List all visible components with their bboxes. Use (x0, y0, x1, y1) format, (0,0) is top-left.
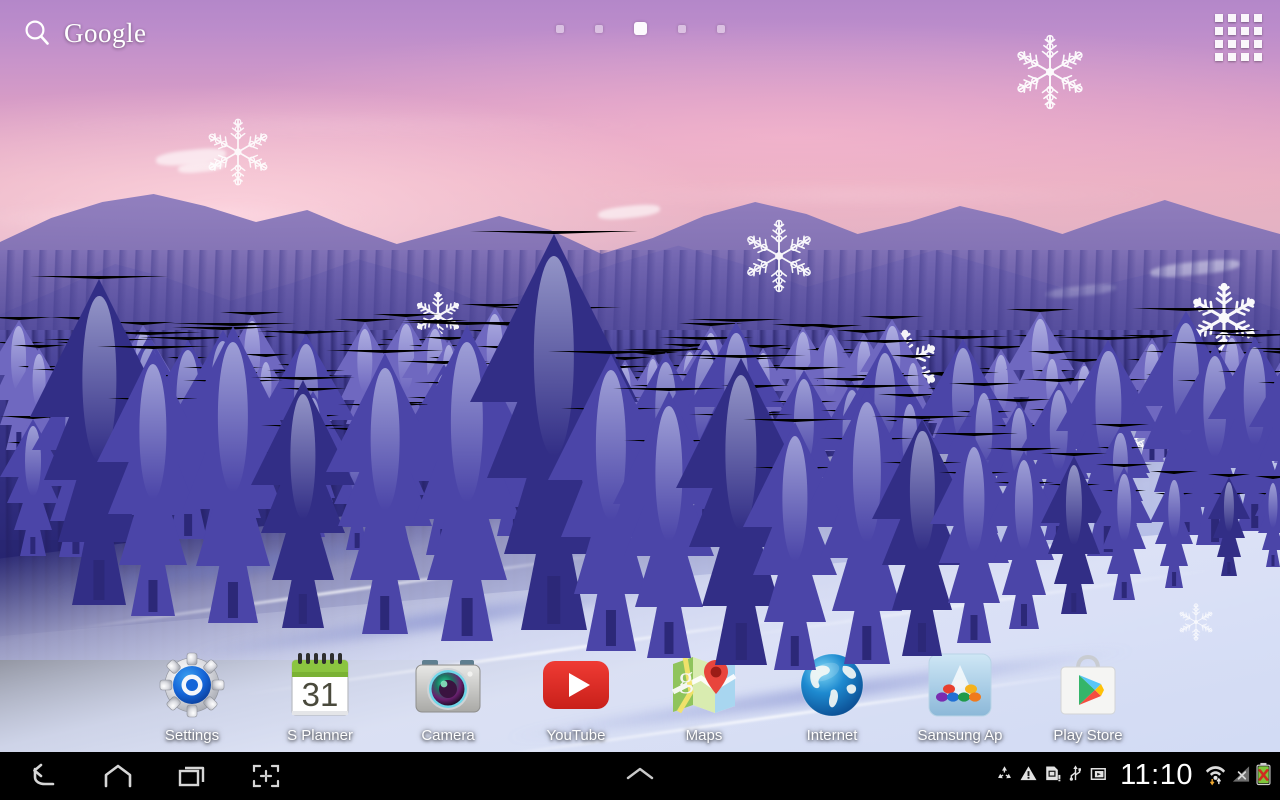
grid-cell (1215, 27, 1223, 35)
grid-cell (1254, 40, 1262, 48)
grid-cell (1228, 14, 1236, 22)
page-dot[interactable] (716, 24, 725, 33)
usb-icon (1067, 764, 1084, 788)
play-store-icon (1052, 649, 1124, 721)
grid-cell (1241, 53, 1249, 61)
svg-text:g: g (679, 661, 694, 694)
back-arrow-icon[interactable] (22, 756, 66, 796)
conifer-tree (1096, 463, 1153, 601)
conifer-tree (1208, 473, 1250, 576)
grid-cell (1228, 53, 1236, 61)
app-icon-samsung-apps[interactable]: Samsung Ap (896, 649, 1024, 744)
screen-capture-icon[interactable] (244, 756, 288, 796)
home-icon[interactable] (96, 756, 140, 796)
grid-cell (1228, 27, 1236, 35)
settings-gear-icon (156, 649, 228, 721)
apps-grid-icon[interactable] (1215, 14, 1262, 61)
grid-cell (1241, 14, 1249, 22)
app-label: YouTube (546, 727, 606, 744)
calendar-icon: 31 (284, 649, 356, 721)
conifer-tree (1254, 476, 1280, 568)
app-icon-play-store[interactable]: Play Store (1024, 649, 1152, 744)
app-icon-youtube[interactable]: YouTube (512, 649, 640, 744)
calendar-day-number: 31 (302, 676, 339, 713)
grid-cell (1254, 27, 1262, 35)
status-area[interactable]: 11:10 (995, 759, 1272, 794)
page-dot[interactable] (677, 24, 686, 33)
system-status-icons (1205, 762, 1272, 791)
samsung-apps-icon (924, 649, 996, 721)
sim-card-alert-icon (1043, 764, 1062, 788)
app-label: Samsung Ap (917, 727, 1003, 744)
nav-buttons (0, 756, 288, 796)
grid-cell (1241, 27, 1249, 35)
grid-cell (1254, 53, 1262, 61)
recycle-icon (995, 764, 1014, 788)
app-shortcut-row: Settings 31 S Planner Camera YouTube g M… (0, 649, 1280, 744)
app-icon-settings[interactable]: Settings (128, 649, 256, 744)
grid-cell (1228, 40, 1236, 48)
app-label: Internet (806, 727, 858, 744)
page-dot[interactable] (594, 24, 603, 33)
page-dot[interactable] (555, 24, 564, 33)
page-dot-active[interactable] (633, 22, 647, 35)
signal-disabled-icon (1230, 763, 1251, 790)
navigation-bar: 11:10 (0, 752, 1280, 800)
app-label: Camera (421, 727, 475, 744)
battery-error-icon (1255, 762, 1272, 791)
app-label: Settings (164, 727, 220, 744)
conifer-tree (1150, 471, 1199, 588)
app-label: S Planner (287, 727, 353, 744)
home-screen: Google Settings 31 S Planner Camera YouT… (0, 0, 1280, 800)
grid-cell (1241, 40, 1249, 48)
app-icon-s-planner[interactable]: 31 S Planner (256, 649, 384, 744)
screenshot-capture-icon (1089, 764, 1108, 788)
camera-icon (412, 649, 484, 721)
app-icon-camera[interactable]: Camera (384, 649, 512, 744)
grid-cell (1254, 14, 1262, 22)
page-indicator (0, 22, 1280, 35)
app-label: Play Store (1053, 727, 1123, 744)
app-label: Maps (685, 727, 723, 744)
warning-triangle-icon (1019, 764, 1038, 788)
grid-cell (1215, 14, 1223, 22)
grid-cell (1215, 53, 1223, 61)
cloud-streak (0, 120, 700, 130)
chevron-up-icon[interactable] (623, 764, 657, 789)
status-notification-icons (995, 764, 1108, 788)
grid-cell (1215, 40, 1223, 48)
youtube-icon (540, 649, 612, 721)
cloud-streak (560, 188, 1180, 202)
recent-apps-icon[interactable] (170, 756, 214, 796)
wifi-transfer-icon (1205, 762, 1226, 791)
status-bar-clock: 11:10 (1120, 758, 1193, 791)
